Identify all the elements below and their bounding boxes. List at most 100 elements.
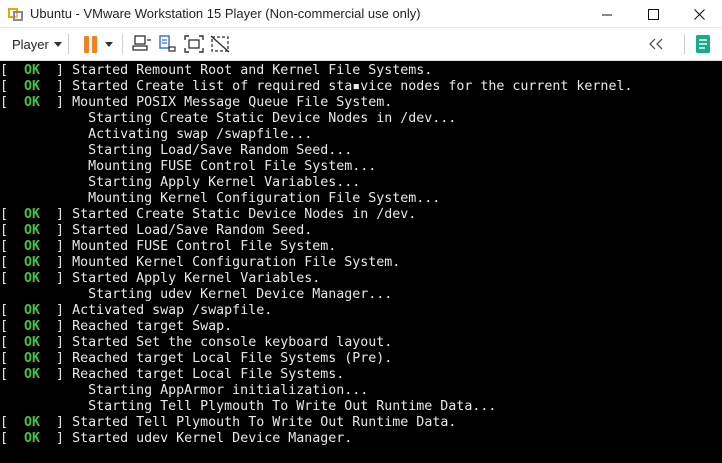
console-message: Reached target Local File Systems (Pre). (72, 351, 393, 366)
console-line: [ OK ] Reached target Local File Systems… (0, 367, 344, 383)
library-notes-icon (696, 35, 710, 53)
console-status: [ OK ] (0, 79, 73, 94)
send-ctrl-alt-del-icon (132, 35, 151, 51)
console-status: [ OK ] (0, 351, 73, 366)
console-line: [ OK ] Started udev Kernel Device Manage… (0, 431, 352, 447)
minimize-button[interactable] (584, 0, 630, 28)
window-title: Ubuntu - VMware Workstation 15 Player (N… (30, 6, 421, 21)
player-menu-button[interactable]: Player (12, 37, 62, 52)
console-line: [ OK ] Mounted Kernel Configuration File… (0, 255, 400, 271)
console-message: Starting Load/Save Random Seed... (88, 143, 353, 158)
minimize-icon (601, 14, 612, 15)
status-ok-label: OK (24, 95, 41, 110)
console-status (0, 127, 88, 142)
status-ok-label: OK (24, 239, 41, 254)
status-ok-label: OK (24, 415, 41, 430)
console-status: [ OK ] (0, 255, 73, 270)
console-status (0, 111, 88, 126)
console-message: Started Create list of required sta▪vice… (72, 79, 633, 94)
console-line: Mounting FUSE Control File System... (0, 159, 376, 175)
console-line: [ OK ] Started Create Static Device Node… (0, 207, 416, 223)
library-notes-button[interactable] (694, 32, 712, 56)
console-status: [ OK ] (0, 271, 73, 286)
console-line: Starting Apply Kernel Variables... (0, 175, 360, 191)
console-line: Mounting Kernel Configuration File Syste… (0, 191, 440, 207)
status-ok-label: OK (24, 79, 41, 94)
console-message: Activated swap /swapfile. (72, 303, 273, 318)
status-ok-label: OK (24, 271, 41, 286)
console-message: Starting Create Static Device Nodes in /… (88, 111, 457, 126)
console-line: Activating swap /swapfile... (0, 127, 312, 143)
maximize-button[interactable] (630, 0, 676, 28)
console-status: [ OK ] (0, 223, 73, 238)
console-message: Starting udev Kernel Device Manager... (88, 287, 393, 302)
console-message: Reached target Local File Systems. (72, 367, 345, 382)
console-message: Reached target Swap. (72, 319, 233, 334)
console-status (0, 143, 88, 158)
console-status (0, 159, 88, 174)
toolbar-separator (121, 34, 123, 54)
console-line: [ OK ] Activated swap /swapfile. (0, 303, 272, 319)
console-line: [ OK ] Reached target Local File Systems… (0, 351, 392, 367)
console-line: Starting Tell Plymouth To Write Out Runt… (0, 399, 496, 415)
console-line: Starting Create Static Device Nodes in /… (0, 111, 456, 127)
console-message: Started Remount Root and Kernel File Sys… (72, 63, 433, 78)
status-ok-label: OK (24, 63, 41, 78)
console-message: Starting AppArmor initialization... (88, 383, 369, 398)
console-message: Started Apply Kernel Variables. (72, 271, 321, 286)
console-line: [ OK ] Started Apply Kernel Variables. (0, 271, 320, 287)
console-message: Mounting FUSE Control File System... (88, 159, 377, 174)
send-ctrl-alt-del-button[interactable] (132, 32, 152, 56)
console-status: [ OK ] (0, 415, 73, 430)
close-icon (693, 8, 705, 20)
console-status (0, 175, 88, 190)
console-message: Starting Tell Plymouth To Write Out Runt… (88, 399, 497, 414)
vm-console-screen[interactable]: [ OK ] Started Remount Root and Kernel F… (0, 61, 722, 463)
console-message: Starting Apply Kernel Variables... (88, 175, 361, 190)
console-line: [ OK ] Started Tell Plymouth To Write Ou… (0, 415, 456, 431)
console-status: [ OK ] (0, 207, 73, 222)
close-button[interactable] (676, 0, 722, 28)
console-message: Started Load/Save Random Seed. (72, 223, 313, 238)
status-ok-label: OK (24, 319, 41, 334)
console-line: [ OK ] Reached target Swap. (0, 319, 232, 335)
removable-devices-icon (159, 35, 176, 52)
back-button[interactable] (648, 32, 664, 56)
console-line: [ OK ] Mounted FUSE Control File System. (0, 239, 336, 255)
console-status: [ OK ] (0, 303, 73, 318)
player-menu-label: Player (12, 36, 49, 52)
console-message: Activating swap /swapfile... (88, 127, 313, 142)
maximize-icon (647, 8, 659, 20)
console-message: Mounted Kernel Configuration File System… (72, 255, 401, 270)
console-message: Mounting Kernel Configuration File Syste… (88, 191, 441, 206)
removable-devices-button[interactable] (158, 32, 178, 56)
console-line: [ OK ] Mounted POSIX Message Queue File … (0, 95, 392, 111)
console-message: Started Tell Plymouth To Write Out Runti… (72, 415, 457, 430)
status-ok-label: OK (24, 431, 41, 446)
status-ok-label: OK (24, 351, 41, 366)
status-ok-label: OK (24, 335, 41, 350)
title-bar: Ubuntu - VMware Workstation 15 Player (N… (0, 0, 722, 28)
console-message: Started Create Static Device Nodes in /d… (72, 207, 417, 222)
console-line: Starting AppArmor initialization... (0, 383, 368, 399)
console-status: [ OK ] (0, 431, 73, 446)
console-message: Mounted POSIX Message Queue File System. (72, 95, 393, 110)
fit-guest-icon (184, 35, 204, 53)
status-ok-label: OK (24, 255, 41, 270)
console-status (0, 399, 88, 414)
pause-button[interactable] (78, 32, 97, 56)
console-status: [ OK ] (0, 367, 73, 382)
fit-guest-button[interactable] (184, 32, 204, 56)
console-message: Started Set the console keyboard layout. (72, 335, 393, 350)
console-message: Started udev Kernel Device Manager. (72, 431, 353, 446)
unity-button[interactable] (210, 32, 230, 56)
status-ok-label: OK (24, 207, 41, 222)
console-line: [ OK ] Started Set the console keyboard … (0, 335, 392, 351)
console-line: [ OK ] Started Remount Root and Kernel F… (0, 63, 432, 79)
console-line: Starting Load/Save Random Seed... (0, 143, 352, 159)
vmware-player-window: Ubuntu - VMware Workstation 15 Player (N… (0, 0, 722, 463)
console-message: Mounted FUSE Control File System. (72, 239, 337, 254)
console-line: [ OK ] Started Create list of required s… (0, 79, 632, 95)
console-status (0, 287, 88, 302)
pause-dropdown-button[interactable] (104, 32, 113, 56)
